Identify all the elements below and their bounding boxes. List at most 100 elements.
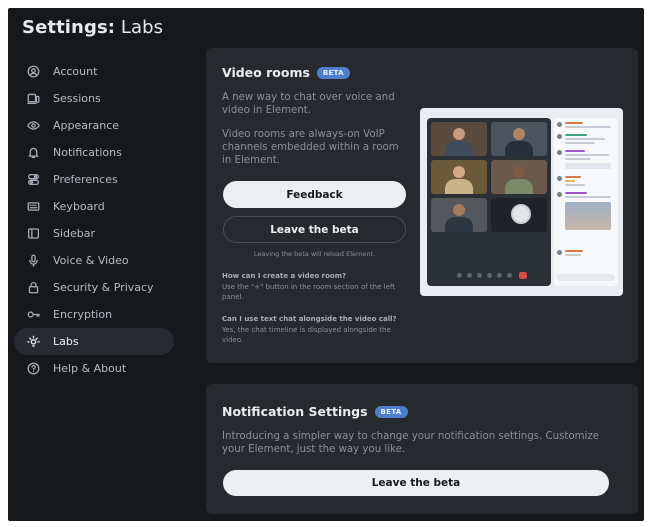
more-icon — [487, 273, 492, 278]
chat-sender — [565, 176, 581, 178]
notification-settings-title: Notification Settings BETA — [222, 404, 408, 419]
mic-icon — [457, 273, 462, 278]
sidebar-item-label: Voice & Video — [53, 254, 129, 267]
reload-note: Leaving the beta will reload Element. — [253, 250, 376, 258]
chat-sender — [565, 134, 587, 136]
participant-tile — [431, 122, 487, 156]
chat-composer — [557, 274, 615, 281]
leave-beta-button[interactable]: Leave the beta — [223, 216, 406, 243]
sidebar-item-keyboard[interactable]: Keyboard — [14, 193, 174, 220]
chat-avatar — [557, 192, 562, 197]
sidebar-item-sidebar[interactable]: Sidebar — [14, 220, 174, 247]
participant-tile — [491, 198, 547, 232]
faq-answer: Yes, the chat timeline is displayed alon… — [222, 326, 391, 344]
chat-message — [565, 154, 609, 156]
participant-avatar — [513, 128, 525, 140]
video-room-preview-image — [420, 108, 623, 296]
screen-share-icon — [477, 273, 482, 278]
account-icon — [26, 65, 40, 79]
video-call-grid — [427, 118, 551, 286]
sidebar-item-label: Appearance — [53, 119, 120, 132]
participant-body — [445, 141, 473, 156]
sidebar-item-label: Preferences — [53, 173, 118, 186]
eye-icon — [26, 119, 40, 133]
page-title-prefix: Settings: — [22, 17, 116, 38]
chat-sender — [565, 150, 585, 152]
leave-beta-button[interactable]: Leave the beta — [223, 470, 609, 496]
lock-icon — [26, 281, 40, 295]
sidebar-item-security-privacy[interactable]: Security & Privacy — [14, 274, 174, 301]
chat-message — [565, 142, 595, 144]
chat-avatar — [557, 250, 562, 255]
video-rooms-details: Video rooms are always-on VoIP channels … — [222, 129, 399, 166]
notification-settings-description: Introducing a simpler way to change your… — [222, 431, 599, 455]
feedback-button[interactable]: Feedback — [223, 181, 406, 208]
help-icon — [26, 362, 40, 376]
participant-avatar — [453, 204, 465, 216]
sidebar-item-label: Help & About — [53, 362, 127, 375]
participant-tile — [431, 160, 487, 194]
sidebar-item-label: Sidebar — [53, 227, 96, 240]
camera-icon — [467, 273, 472, 278]
chat-message — [565, 138, 605, 140]
sidebar-item-label: Sessions — [53, 92, 101, 105]
participant-avatar — [453, 166, 465, 178]
chat-thread-summary — [565, 163, 611, 169]
faq-answer: Use the "+" button in the room section o… — [222, 283, 395, 301]
participant-body — [445, 179, 473, 194]
faq-question: Can I use text chat alongside the video … — [222, 315, 397, 323]
video-rooms-title: Video rooms BETA — [222, 65, 350, 80]
sidebar-item-label: Encryption — [53, 308, 113, 321]
participant-avatar — [453, 128, 465, 140]
chat-timeline — [554, 118, 618, 286]
beta-badge: BETA — [374, 406, 408, 418]
sidebar-item-label: Notifications — [53, 146, 122, 159]
settings-sidebar: Account Sessions Appearance Notification… — [14, 58, 174, 382]
participant-body — [505, 179, 533, 194]
sidebar-item-label: Keyboard — [53, 200, 105, 213]
preferences-icon — [26, 173, 40, 187]
sidebar-item-label: Account — [53, 65, 98, 78]
page-title: Settings: Labs — [22, 17, 163, 38]
sidebar-item-appearance[interactable]: Appearance — [14, 112, 174, 139]
video-rooms-title-text: Video rooms — [222, 65, 310, 80]
sidebar-item-help-about[interactable]: Help & About — [14, 355, 174, 382]
chat-sender — [565, 122, 583, 124]
chat-avatar — [557, 122, 562, 127]
chat-image — [565, 202, 611, 230]
settings-dialog: Settings: Labs Account Sessions Appearan… — [8, 8, 644, 521]
chat-avatar — [557, 134, 562, 139]
participant-tile — [431, 198, 487, 232]
chat-sender — [565, 250, 583, 252]
page-title-section: Labs — [120, 17, 164, 38]
grid-icon — [507, 273, 512, 278]
sidebar-item-encryption[interactable]: Encryption — [14, 301, 174, 328]
participant-avatar — [511, 204, 531, 224]
sidebar-item-label: Security & Privacy — [53, 281, 154, 294]
chat-emoji — [565, 180, 575, 182]
key-icon — [26, 308, 40, 322]
sidebar-item-sessions[interactable]: Sessions — [14, 85, 174, 112]
hangup-icon — [519, 272, 527, 279]
chat-avatar — [557, 176, 562, 181]
bell-icon — [26, 146, 40, 160]
sidebar-item-notifications[interactable]: Notifications — [14, 139, 174, 166]
chat-avatar — [557, 150, 562, 155]
video-rooms-description: A new way to chat over voice and video i… — [222, 92, 395, 116]
chat-message — [565, 184, 585, 186]
faq-question: How can I create a video room? — [222, 272, 347, 280]
sidebar-item-preferences[interactable]: Preferences — [14, 166, 174, 193]
sidebar-icon — [26, 227, 40, 241]
sidebar-item-account[interactable]: Account — [14, 58, 174, 85]
devices-icon — [26, 92, 40, 106]
sidebar-item-voice-video[interactable]: Voice & Video — [14, 247, 174, 274]
lab-icon — [26, 335, 40, 349]
beta-badge: BETA — [316, 67, 350, 79]
chat-message — [565, 254, 581, 256]
participant-avatar — [513, 166, 525, 178]
sidebar-item-labs[interactable]: Labs — [14, 328, 174, 355]
participant-tile — [491, 160, 547, 194]
chat-sender — [565, 192, 587, 194]
chat-message — [565, 196, 611, 198]
notification-settings-title-text: Notification Settings — [222, 404, 368, 419]
